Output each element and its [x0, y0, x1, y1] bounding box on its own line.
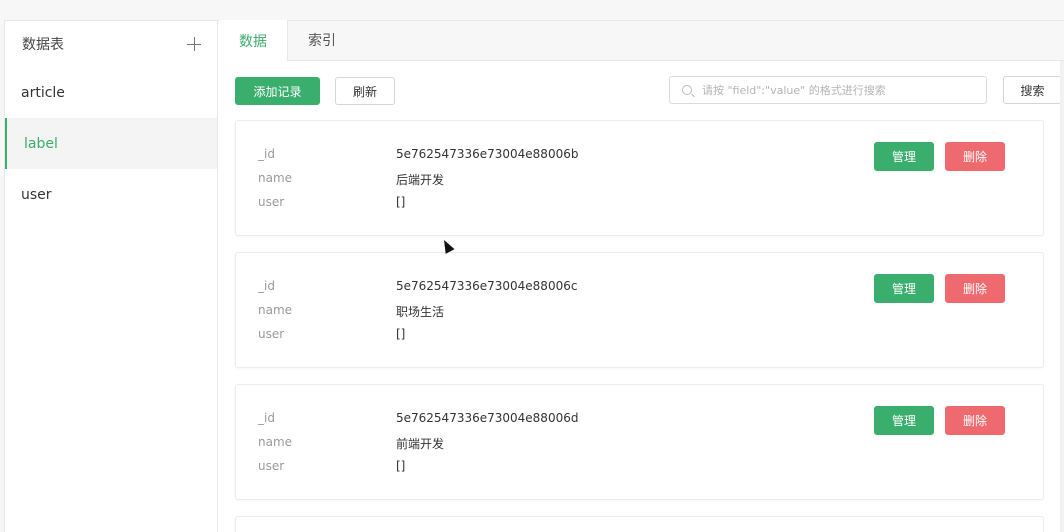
field-row: user [] [258, 459, 405, 473]
field-row: name 前端开发 [258, 435, 444, 452]
delete-button[interactable]: 删除 [945, 406, 1005, 435]
sidebar-item-article[interactable]: article [5, 67, 217, 118]
field-key: _id [258, 411, 275, 425]
sidebar: 数据表 article label user [5, 21, 218, 532]
record-card: _id 5e762547336e73004e88006b name 后端开发 use… [235, 120, 1044, 236]
tab-index[interactable]: 索引 [288, 20, 356, 60]
field-value: [] [396, 195, 406, 209]
field-row: _id 5e762547336e73004e88006c [258, 279, 577, 293]
delete-button[interactable]: 删除 [945, 142, 1005, 171]
field-row: _id 5e762547336e73004e88006d [258, 411, 578, 425]
record-actions: 管理 删除 [874, 274, 1005, 303]
record-card: _id 5e762547336e73004e88006d name 前端开发 use… [235, 384, 1044, 500]
field-row: user [] [258, 195, 405, 209]
field-value: [] [396, 327, 406, 341]
add-record-button[interactable]: 添加记录 [235, 77, 320, 105]
field-key: _id [258, 147, 275, 161]
field-key: user [258, 195, 285, 209]
sidebar-item-user[interactable]: user [5, 169, 217, 220]
main-panel: 数据 索引 添加记录 刷新 搜索 _id 5e762547336e73004e88… [219, 20, 1064, 532]
record-actions: 管理 删除 [874, 406, 1005, 435]
sidebar-title: 数据表 [22, 37, 64, 53]
record-card: _id 5e762547336e73004e88006c name 职场生活 use… [235, 252, 1044, 368]
field-key: name [258, 171, 293, 185]
plus-icon[interactable] [187, 37, 201, 51]
field-value: 5e762547336e73004e88006d [396, 411, 579, 425]
field-value: 职场生活 [396, 305, 445, 319]
field-row: user [] [258, 327, 405, 341]
field-key: _id [258, 279, 275, 293]
field-value: 5e762547336e73004e88006c [396, 279, 578, 293]
record-list: _id 5e762547336e73004e88006b name 后端开发 use… [235, 120, 1048, 532]
manage-button[interactable]: 管理 [874, 274, 934, 303]
field-value: 后端开发 [396, 173, 445, 187]
record-card [235, 516, 1044, 532]
search-icon [682, 85, 692, 95]
field-key: name [258, 303, 293, 317]
field-key: user [258, 327, 285, 341]
field-value: 5e762547336e73004e88006b [396, 147, 579, 161]
search-input[interactable] [702, 83, 986, 97]
manage-button[interactable]: 管理 [874, 142, 934, 171]
field-value: 前端开发 [396, 437, 445, 451]
delete-button[interactable]: 删除 [945, 274, 1005, 303]
field-row: name 后端开发 [258, 171, 444, 188]
refresh-button[interactable]: 刷新 [335, 77, 395, 105]
search-box[interactable] [669, 76, 987, 104]
content-area: 添加记录 刷新 搜索 _id 5e762547336e73004e88006b n… [219, 61, 1064, 532]
sidebar-item-label[interactable]: label [5, 118, 217, 169]
toolbar: 添加记录 刷新 搜索 [235, 76, 1062, 106]
field-row: name 职场生活 [258, 303, 444, 320]
sidebar-header: 数据表 [5, 21, 217, 67]
record-actions: 管理 删除 [874, 142, 1005, 171]
field-key: user [258, 459, 285, 473]
field-key: name [258, 435, 293, 449]
tab-bar: 数据 索引 [219, 20, 1064, 61]
field-row: _id 5e762547336e73004e88006b [258, 147, 578, 161]
scrollbar[interactable] [1060, 61, 1064, 532]
field-value: [] [396, 459, 406, 473]
tab-data[interactable]: 数据 [219, 20, 288, 61]
manage-button[interactable]: 管理 [874, 406, 934, 435]
app-frame: 数据表 article label user 数据 索引 添加记录 刷新 搜索 [4, 20, 1064, 532]
search-button[interactable]: 搜索 [1003, 76, 1062, 104]
